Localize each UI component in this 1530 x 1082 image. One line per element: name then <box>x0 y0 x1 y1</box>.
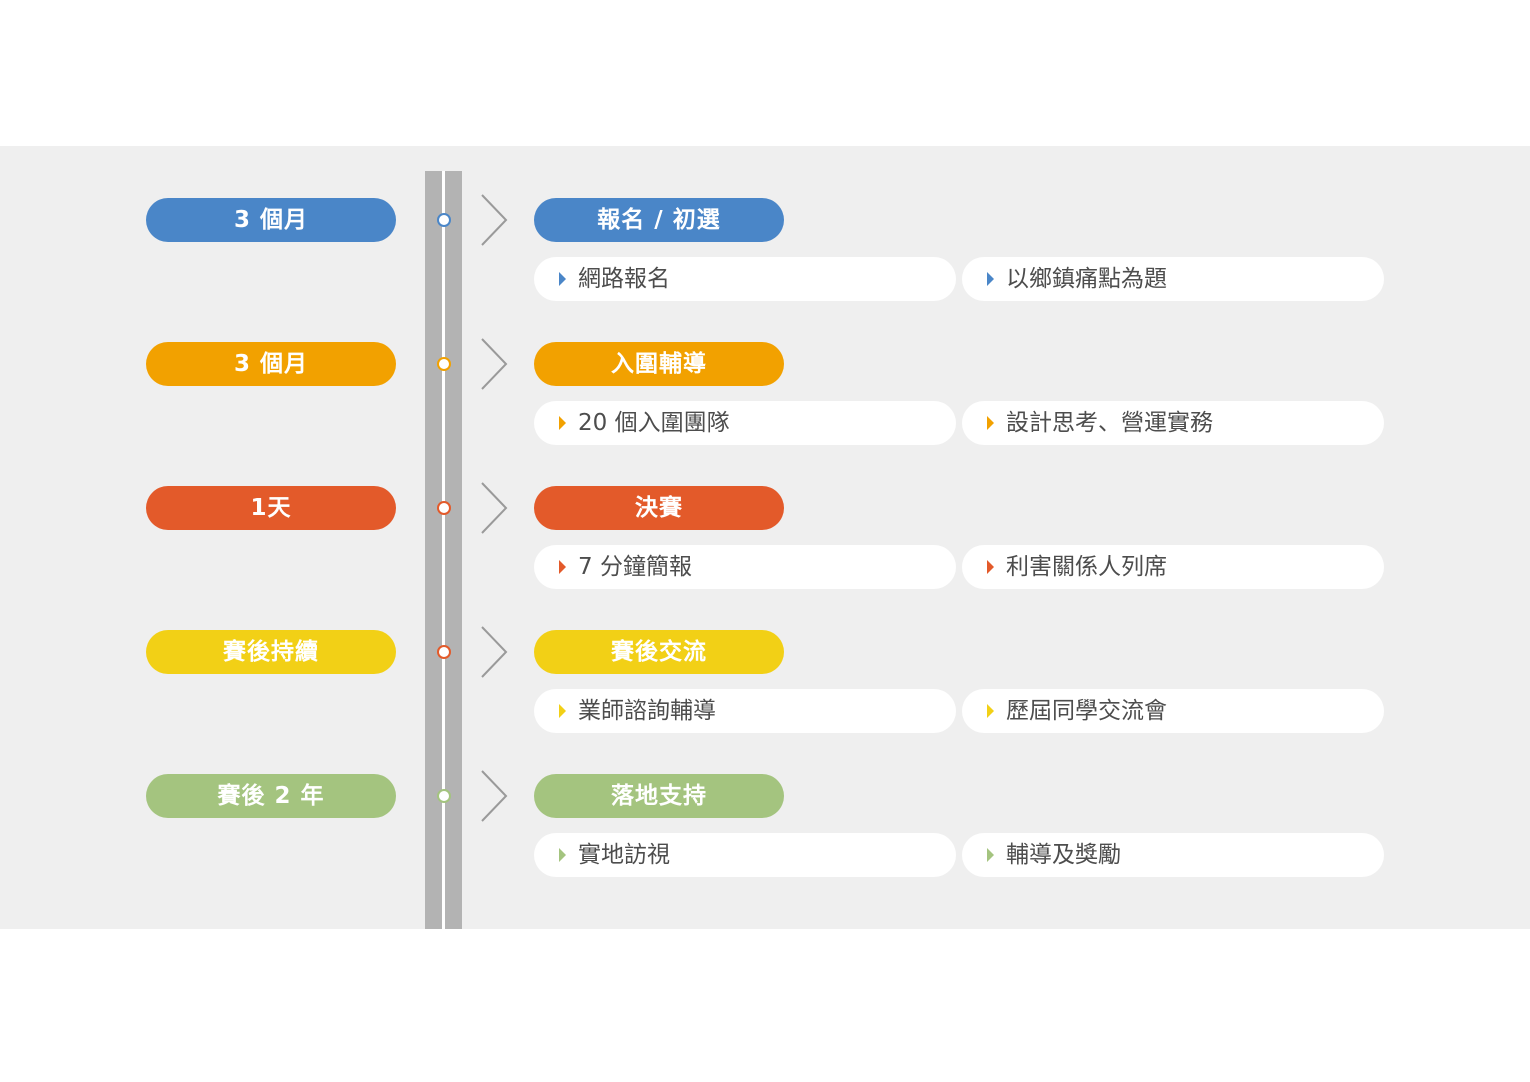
stage-title-pill: 決賽 <box>534 486 784 530</box>
stage-dot <box>437 645 451 659</box>
stage-item: 以鄉鎮痛點為題 <box>962 257 1384 301</box>
caret-right-icon <box>987 560 994 574</box>
timeline-rail-line <box>442 171 445 929</box>
caret-right-icon <box>559 848 566 862</box>
stage-duration-pill: 賽後持續 <box>146 630 396 674</box>
stage-item: 設計思考、營運實務 <box>962 401 1384 445</box>
stage-item: 業師諮詢輔導 <box>534 689 956 733</box>
caret-right-icon <box>559 560 566 574</box>
caret-right-icon <box>559 416 566 430</box>
stage-item-text: 歷屆同學交流會 <box>1006 698 1167 724</box>
stage-title-pill: 報名 / 初選 <box>534 198 784 242</box>
stage-dot <box>437 501 451 515</box>
stage-item: 20 個入圍團隊 <box>534 401 956 445</box>
stage-item-text: 業師諮詢輔導 <box>578 698 716 724</box>
chevron-right-icon <box>481 482 508 534</box>
caret-right-icon <box>559 272 566 286</box>
chevron-right-icon <box>481 338 508 390</box>
stage-title-pill: 落地支持 <box>534 774 784 818</box>
stage-title-pill: 入圍輔導 <box>534 342 784 386</box>
stage-item: 輔導及獎勵 <box>962 833 1384 877</box>
stage-item-text: 20 個入圍團隊 <box>578 410 730 436</box>
stage-item-text: 設計思考、營運實務 <box>1006 410 1213 436</box>
stage-item: 7 分鐘簡報 <box>534 545 956 589</box>
stage-item: 利害關係人列席 <box>962 545 1384 589</box>
stage-item-text: 輔導及獎勵 <box>1006 842 1121 868</box>
chevron-right-icon <box>481 770 508 822</box>
stage-duration-pill: 3 個月 <box>146 342 396 386</box>
stage-dot <box>437 789 451 803</box>
chevron-right-icon <box>481 194 508 246</box>
stage-duration-pill: 賽後 2 年 <box>146 774 396 818</box>
caret-right-icon <box>987 272 994 286</box>
chevron-right-icon <box>481 626 508 678</box>
stage-item-text: 實地訪視 <box>578 842 670 868</box>
stage-item-text: 7 分鐘簡報 <box>578 554 692 580</box>
caret-right-icon <box>559 704 566 718</box>
caret-right-icon <box>987 848 994 862</box>
stage-duration-pill: 1天 <box>146 486 396 530</box>
stage-item: 歷屆同學交流會 <box>962 689 1384 733</box>
stage-item: 實地訪視 <box>534 833 956 877</box>
stage-duration-pill: 3 個月 <box>146 198 396 242</box>
stage-dot <box>437 357 451 371</box>
stage-dot <box>437 213 451 227</box>
stage-item-text: 以鄉鎮痛點為題 <box>1006 266 1167 292</box>
caret-right-icon <box>987 704 994 718</box>
caret-right-icon <box>987 416 994 430</box>
stage-item: 網路報名 <box>534 257 956 301</box>
stage-item-text: 利害關係人列席 <box>1006 554 1167 580</box>
stage-title-pill: 賽後交流 <box>534 630 784 674</box>
stage-item-text: 網路報名 <box>578 266 670 292</box>
